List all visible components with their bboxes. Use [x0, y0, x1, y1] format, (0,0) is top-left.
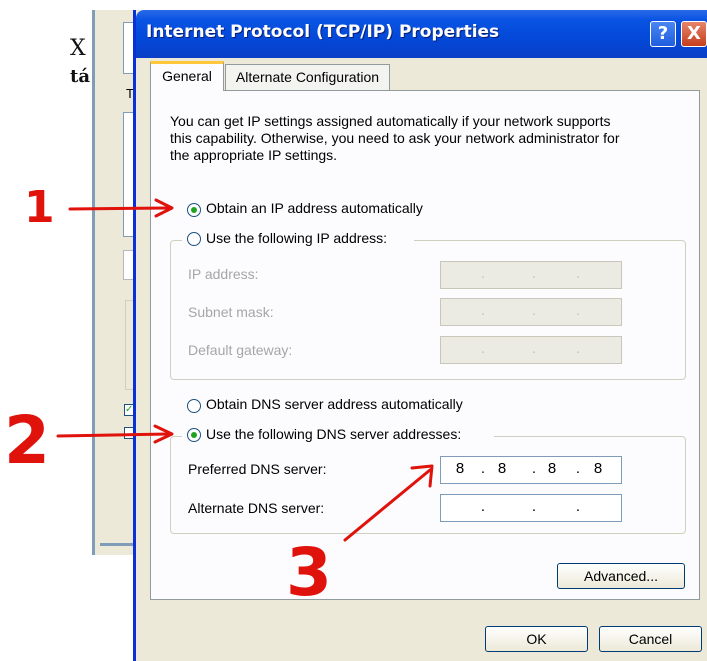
annotation-overlay — [56, 198, 434, 542]
arrow-2-shaft — [56, 432, 170, 438]
annotation-step-1: 1 — [24, 182, 55, 233]
tab-general[interactable]: General — [150, 61, 224, 91]
arrow-1-shaft — [68, 206, 170, 211]
annotation-step-2: 2 — [4, 402, 50, 479]
annotation-step-3: 3 — [286, 534, 332, 611]
arrow-3-shaft — [343, 468, 432, 542]
